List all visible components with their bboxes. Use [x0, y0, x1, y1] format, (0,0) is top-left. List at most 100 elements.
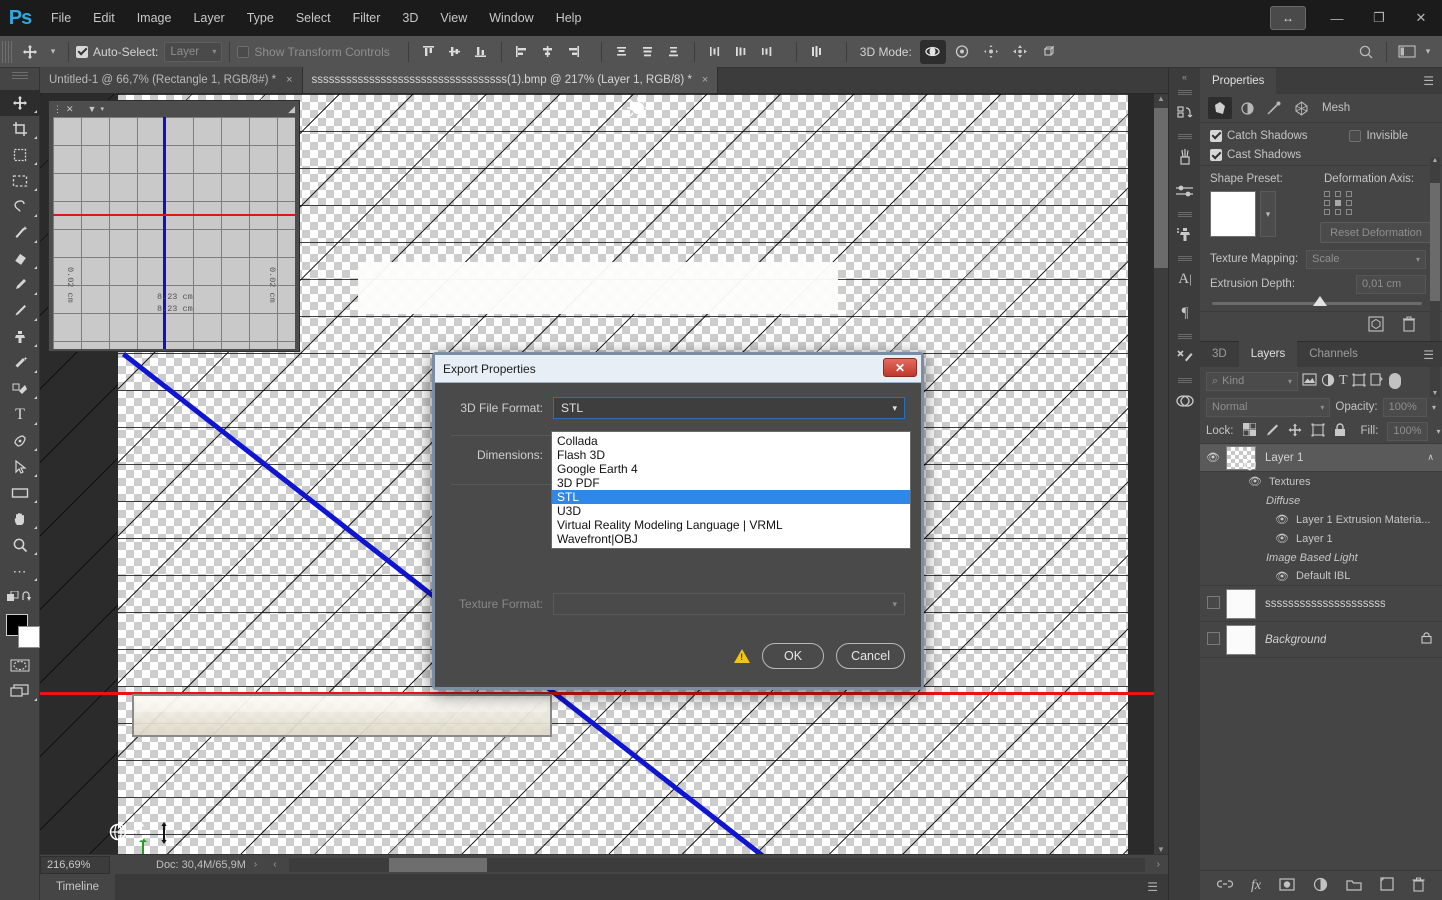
- dropdown-option-collada[interactable]: Collada: [552, 434, 910, 448]
- horizontal-scrollbar[interactable]: [288, 857, 1145, 872]
- move-tool[interactable]: [0, 90, 40, 116]
- 3d-ground-plane-overlay[interactable]: ⋮ ✕ ▼ ▾ ◢ 0.02 cm 8.23 cm 8.23 cm 0.02 c…: [48, 100, 300, 352]
- align-left-edges-icon[interactable]: [509, 40, 535, 64]
- quick-mask-mode[interactable]: [0, 652, 40, 678]
- frame-tool[interactable]: [0, 142, 40, 168]
- materials-icon[interactable]: [1235, 97, 1259, 119]
- menu-image[interactable]: Image: [126, 0, 183, 36]
- menu-window[interactable]: Window: [478, 0, 544, 36]
- pan-3d-icon[interactable]: [978, 40, 1004, 64]
- list-item[interactable]: 👁 Textures: [1200, 472, 1442, 491]
- layer-filter-kind-dropdown[interactable]: ⌕ Kind ▾: [1206, 371, 1298, 391]
- brush-tool[interactable]: [0, 298, 40, 324]
- show-transform-controls-checkbox[interactable]: [237, 45, 250, 58]
- path-selection-tool[interactable]: [0, 454, 40, 480]
- extrusion-depth-field[interactable]: 0,01 cm: [1356, 274, 1426, 294]
- brush-settings-icon[interactable]: [1169, 174, 1201, 208]
- brushes-icon[interactable]: [1169, 140, 1201, 174]
- 3d-rotate-icon[interactable]: [108, 822, 128, 847]
- align-vertical-centers-icon[interactable]: [442, 40, 468, 64]
- layer-style-icon[interactable]: fx: [1251, 878, 1261, 894]
- document-tab-1[interactable]: Untitled-1 @ 66,7% (Rectangle 1, RGB/8#)…: [40, 67, 303, 93]
- fill-field[interactable]: 100%: [1387, 421, 1428, 441]
- shape-preset-swatch[interactable]: [1210, 191, 1256, 237]
- layer-visibility-icon[interactable]: 👁: [1275, 532, 1289, 545]
- scroll-thumb[interactable]: [1154, 108, 1168, 268]
- workspace-chevron-icon[interactable]: ▾: [1420, 46, 1436, 57]
- scroll-left-arrow[interactable]: ‹: [273, 859, 276, 870]
- paragraph-icon[interactable]: ¶: [1169, 296, 1201, 330]
- close-icon[interactable]: ×: [286, 74, 292, 86]
- layer-visibility-icon[interactable]: 👁: [1200, 451, 1226, 464]
- overlay-resize-icon[interactable]: ◢: [288, 104, 295, 115]
- deformation-cell[interactable]: [1346, 200, 1352, 206]
- 3d-light-widget[interactable]: [626, 96, 650, 125]
- opacity-scrubber-icon[interactable]: ▾: [1432, 403, 1436, 412]
- options-bar-grip[interactable]: [2, 40, 12, 63]
- scale-3d-icon[interactable]: [1036, 40, 1062, 64]
- lock-image-pixels-icon[interactable]: [1265, 423, 1279, 440]
- document-tab-2[interactable]: ssssssssssssssssssssssssssssssssss(1).bm…: [302, 67, 719, 93]
- table-row[interactable]: 👁 Layer 1 ∧: [1200, 444, 1442, 472]
- clone-stamp-tool[interactable]: [0, 324, 40, 350]
- new-layer-icon[interactable]: [1380, 877, 1394, 894]
- menu-filter[interactable]: Filter: [342, 0, 392, 36]
- deformation-cell[interactable]: [1324, 209, 1330, 215]
- deformation-cell[interactable]: [1324, 191, 1330, 197]
- menu-file[interactable]: File: [40, 0, 82, 36]
- layer-mask-icon[interactable]: [1279, 877, 1295, 894]
- slider-thumb[interactable]: [1312, 296, 1327, 306]
- edit-toolbar-tool[interactable]: ⋯: [0, 558, 40, 584]
- zoom-tool[interactable]: [0, 532, 40, 558]
- screen-mode[interactable]: [0, 678, 40, 704]
- 3d-pan-icon[interactable]: [132, 822, 152, 847]
- scroll-up-arrow[interactable]: ▲: [1430, 157, 1440, 164]
- deformation-axis-grid[interactable]: [1324, 191, 1432, 215]
- arrange-documents-icon[interactable]: ↔: [1270, 6, 1306, 30]
- lock-artboard-icon[interactable]: [1311, 423, 1325, 440]
- rectangle-tool[interactable]: [0, 480, 40, 506]
- creative-cloud-icon[interactable]: [1169, 384, 1201, 418]
- auto-select-target-dropdown[interactable]: Layer ▾: [164, 41, 223, 62]
- overlay-grip-icon[interactable]: ⋮: [53, 104, 62, 115]
- texture-format-dropdown[interactable]: ▾: [553, 593, 905, 615]
- dropdown-option-google-earth-4[interactable]: Google Earth 4: [552, 462, 910, 476]
- deformation-cell[interactable]: [1335, 191, 1341, 197]
- scene-icon[interactable]: [1289, 97, 1313, 119]
- opacity-field[interactable]: 100%: [1382, 397, 1427, 417]
- distribute-vertical-centers-icon[interactable]: [635, 40, 661, 64]
- export-properties-dialog[interactable]: Export Properties ✕ 3D File Format: STL …: [432, 352, 924, 690]
- chevron-up-icon[interactable]: ∧: [1427, 452, 1434, 463]
- dropdown-option-3d-pdf[interactable]: 3D PDF: [552, 476, 910, 490]
- file-format-dropdown[interactable]: STL ▾: [553, 397, 905, 419]
- align-bottom-edges-icon[interactable]: [468, 40, 494, 64]
- cast-shadows-checkbox[interactable]: [1210, 149, 1222, 161]
- menu-3d[interactable]: 3D: [391, 0, 429, 36]
- cancel-button[interactable]: Cancel: [836, 643, 905, 669]
- file-format-dropdown-list[interactable]: Collada Flash 3D Google Earth 4 3D PDF S…: [551, 431, 911, 549]
- canvas-vertical-scrollbar[interactable]: ▲ ▼: [1154, 94, 1168, 854]
- lasso-tool[interactable]: [0, 194, 40, 220]
- hand-tool[interactable]: [0, 506, 40, 532]
- tool-preset-chevron-icon[interactable]: ▾: [45, 46, 61, 57]
- adjustment-layer-icon[interactable]: [1313, 877, 1328, 895]
- table-row[interactable]: sssssssssssssssssssssssssssss...: [1200, 586, 1442, 622]
- layer-visibility-icon[interactable]: 👁: [1248, 475, 1262, 488]
- default-colors-icon[interactable]: [0, 584, 40, 610]
- ok-button[interactable]: OK: [762, 643, 825, 669]
- list-item[interactable]: 👁 Layer 1 Extrusion Materia...: [1200, 510, 1442, 529]
- fill-scrubber-icon[interactable]: ▾: [1437, 427, 1441, 436]
- close-icon[interactable]: ✕: [883, 358, 917, 377]
- scroll-down-arrow[interactable]: ▼: [1154, 845, 1168, 854]
- move-tool-icon[interactable]: [15, 39, 45, 65]
- dropdown-option-u3d[interactable]: U3D: [552, 504, 910, 518]
- menu-layer[interactable]: Layer: [182, 0, 235, 36]
- lights-icon[interactable]: [1262, 97, 1286, 119]
- scroll-thumb[interactable]: [388, 857, 487, 872]
- reset-deformation-button[interactable]: Reset Deformation: [1320, 222, 1432, 243]
- dropdown-option-wavefront-obj[interactable]: Wavefront|OBJ: [552, 532, 910, 546]
- lock-position-icon[interactable]: [1288, 423, 1302, 440]
- chevron-down-icon[interactable]: ▾: [100, 105, 104, 113]
- scroll-right-arrow[interactable]: ›: [1157, 859, 1160, 870]
- invisible-checkbox[interactable]: [1349, 129, 1362, 142]
